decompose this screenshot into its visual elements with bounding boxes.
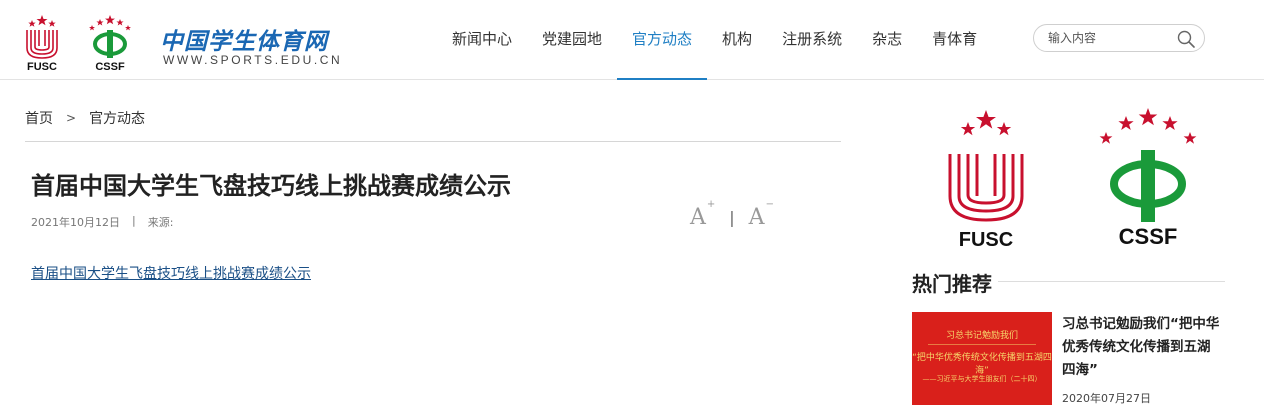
thumb-divider xyxy=(928,344,1036,345)
search-icon[interactable] xyxy=(1176,29,1196,49)
thumb-text-line2: “把中华优秀传统文化传播到五湖四海” xyxy=(912,353,1052,376)
fusc-logo-label: FUSC xyxy=(27,61,57,73)
search-box xyxy=(1033,24,1205,52)
nav-item-youth-sports[interactable]: 青体育 xyxy=(917,0,992,80)
font-increase-button[interactable]: A+ xyxy=(690,199,715,230)
fusc-emblem-icon: FUSC xyxy=(948,110,1024,251)
nav-item-party[interactable]: 党建园地 xyxy=(527,0,617,80)
article-title: 首届中国大学生飞盘技巧线上挑战赛成绩公示 xyxy=(31,172,511,200)
hot-item-date: 2020年07月27日 xyxy=(1062,392,1151,405)
thumb-text-line3: ——习近平与大学生朋友们（二十四） xyxy=(922,375,1042,383)
site-name[interactable]: 中国学生体育网 xyxy=(160,22,328,56)
cssf-emblem-icon xyxy=(89,15,131,58)
main-nav: 新闻中心 党建园地 官方动态 机构 注册系统 杂志 青体育 xyxy=(437,0,992,80)
meta-separator: | xyxy=(132,214,136,227)
font-increase-label: A xyxy=(690,205,706,230)
thumb-text-line1: 习总书记勉励我们 xyxy=(945,331,1018,341)
nav-item-news[interactable]: 新闻中心 xyxy=(437,0,527,80)
nav-item-organization[interactable]: 机构 xyxy=(707,0,767,80)
breadcrumb: 首页 > 官方动态 xyxy=(25,108,145,128)
hot-section-title: 热门推荐 xyxy=(912,268,998,297)
sidebar-cssf-logo: CSSF xyxy=(1092,106,1204,249)
font-control-separator: | xyxy=(729,208,735,227)
sidebar-fusc-logo: FUSC xyxy=(944,108,1028,251)
hot-item-thumbnail[interactable]: 习总书记勉励我们 “把中华优秀传统文化传播到五湖四海” ——习近平与大学生朋友们… xyxy=(912,312,1052,405)
font-decrease-sup: − xyxy=(765,198,774,210)
search-input[interactable] xyxy=(1048,29,1168,47)
site-header: FUSC CSSF 中国学生体育网 WWW.SPORTS.EDU.CN 新闻中心… xyxy=(0,0,1264,80)
sidebar-fusc-label: FUSC xyxy=(959,229,1013,250)
hot-item-title[interactable]: 习总书记勉励我们“把中华优秀传统文化传播到五湖四海” xyxy=(1062,313,1222,382)
article-source: 来源: xyxy=(147,216,174,229)
font-increase-sup: + xyxy=(706,198,716,210)
site-url: WWW.SPORTS.EDU.CN xyxy=(163,53,343,67)
breadcrumb-current[interactable]: 官方动态 xyxy=(89,108,145,128)
fusc-emblem-icon xyxy=(26,15,58,59)
font-decrease-button[interactable]: A− xyxy=(748,199,774,230)
nav-item-official[interactable]: 官方动态 xyxy=(617,0,708,80)
article-meta: 2021年10月12日 | 来源: xyxy=(31,214,173,230)
nav-item-magazine[interactable]: 杂志 xyxy=(857,0,917,80)
nav-item-registration[interactable]: 注册系统 xyxy=(767,0,857,80)
attachment-link[interactable]: 首届中国大学生飞盘技巧线上挑战赛成绩公示 xyxy=(31,263,311,283)
sidebar-cssf-label: CSSF xyxy=(1119,224,1178,248)
cssf-emblem-icon: CSSF xyxy=(1099,108,1197,249)
cssf-logo-label: CSSF xyxy=(95,61,125,73)
divider xyxy=(25,141,841,142)
cssf-logo[interactable]: CSSF xyxy=(86,14,134,74)
fusc-logo[interactable]: FUSC xyxy=(22,14,62,74)
font-size-controls: A+ | A− xyxy=(690,199,774,230)
article-date: 2021年10月12日 xyxy=(31,216,120,229)
font-decrease-label: A xyxy=(748,205,765,230)
breadcrumb-home[interactable]: 首页 xyxy=(25,108,53,128)
breadcrumb-separator: > xyxy=(66,111,77,125)
